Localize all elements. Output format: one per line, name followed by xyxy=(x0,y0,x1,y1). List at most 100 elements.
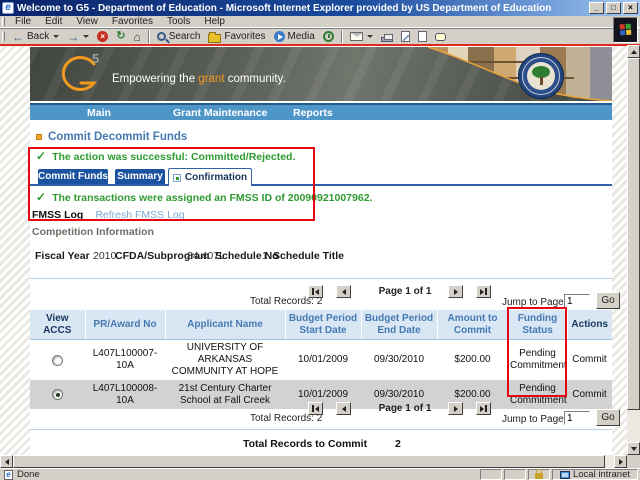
horizontal-scroll-thumb[interactable] xyxy=(13,455,605,468)
status-panel xyxy=(504,469,526,480)
menu-favorites[interactable]: Favorites xyxy=(105,16,160,27)
menu-bar: File Edit View Favorites Tools Help xyxy=(0,16,640,28)
first-page-button[interactable] xyxy=(308,285,323,298)
toolbar-separator xyxy=(341,30,343,43)
jump-to-page-label: Jump to Page xyxy=(502,297,564,308)
next-page-button[interactable] xyxy=(448,285,463,298)
minimize-button[interactable]: _ xyxy=(589,2,604,14)
vertical-scroll-thumb[interactable] xyxy=(627,58,640,410)
view-accs-radio-row1[interactable] xyxy=(52,355,63,366)
nav-grant-maintenance[interactable]: Grant Maintenance xyxy=(173,107,268,119)
title-bar: e Welcome to G5 - Department of Educatio… xyxy=(0,0,640,16)
header-budget-end[interactable]: Budget Period End Date xyxy=(361,310,437,340)
prev-page-button[interactable] xyxy=(336,402,351,415)
scroll-up-button[interactable] xyxy=(627,45,640,58)
ie-logo-icon: e xyxy=(2,2,14,14)
total-records-to-commit-value: 2 xyxy=(395,438,401,450)
menu-edit[interactable]: Edit xyxy=(38,16,69,27)
forward-icon: → xyxy=(67,31,79,43)
toolbar: ← Back → × ↻ ⌂ Search Favorites Media xyxy=(0,28,614,44)
back-dropdown-icon[interactable] xyxy=(53,35,59,38)
funding-status: Pending Commitment xyxy=(508,340,567,381)
main-nav: Main Grant Maintenance Reports xyxy=(30,103,612,120)
pager-bottom: Total Records: 2 Page 1 of 1 Jump to Pag… xyxy=(30,400,612,426)
page-indicator: Page 1 of 1 xyxy=(360,403,450,414)
go-button[interactable]: Go xyxy=(596,409,620,426)
page-indicator: Page 1 of 1 xyxy=(360,286,450,297)
scroll-left-button[interactable] xyxy=(0,455,13,468)
section-heading: Competition Information xyxy=(32,226,154,238)
windows-logo-icon xyxy=(619,24,632,37)
stop-button[interactable]: × xyxy=(93,29,112,44)
header-pr-award-no[interactable]: PR/Award No xyxy=(85,310,165,340)
menu-tools[interactable]: Tools xyxy=(160,16,197,27)
messenger-button[interactable] xyxy=(414,29,431,44)
close-button[interactable]: × xyxy=(623,2,638,14)
nav-main[interactable]: Main xyxy=(87,107,111,119)
fmss-check-icon: ✓ xyxy=(36,192,46,203)
search-button[interactable]: Search xyxy=(153,29,205,44)
header-funding-status[interactable]: Funding Status xyxy=(508,310,567,340)
first-page-button[interactable] xyxy=(308,402,323,415)
scroll-right-button[interactable] xyxy=(614,455,627,468)
commit-funds-table: View ACCS PR/Award No Applicant Name Bud… xyxy=(30,310,612,409)
header-applicant-name[interactable]: Applicant Name xyxy=(165,310,285,340)
confirmation-tab-icon xyxy=(173,174,181,182)
prev-page-button[interactable] xyxy=(336,285,351,298)
fmss-log-label: FMSS Log xyxy=(32,209,83,221)
tab-confirmation[interactable]: Confirmation xyxy=(168,168,252,186)
discuss-button[interactable] xyxy=(431,29,450,44)
header-budget-start[interactable]: Budget Period Start Date xyxy=(285,310,361,340)
menu-view[interactable]: View xyxy=(69,16,105,27)
forward-dropdown-icon[interactable] xyxy=(83,35,89,38)
g5-logo-five: 5 xyxy=(92,51,99,66)
refresh-button[interactable]: ↻ xyxy=(112,29,129,44)
refresh-fmss-log-link[interactable]: Refresh FMSS Log xyxy=(95,209,184,221)
page-title-row: Commit Decommit Funds xyxy=(36,131,187,143)
jump-to-page-input[interactable] xyxy=(564,294,590,308)
pager-top: Total Records: 2 Page 1 of 1 Jump to Pag… xyxy=(30,283,612,309)
history-button[interactable] xyxy=(319,29,338,44)
vertical-scrollbar[interactable] xyxy=(627,45,640,455)
header-actions: Actions xyxy=(567,310,612,340)
jump-to-page-input[interactable] xyxy=(564,411,590,425)
edit-button[interactable] xyxy=(397,29,414,44)
home-button[interactable]: ⌂ xyxy=(129,29,144,44)
favorites-button[interactable]: Favorites xyxy=(204,29,269,44)
view-accs-radio-row2[interactable] xyxy=(52,389,63,400)
jump-to-page-label: Jump to Page xyxy=(502,414,564,425)
refresh-icon: ↻ xyxy=(116,31,125,42)
mail-dropdown-icon[interactable] xyxy=(367,35,373,38)
go-button[interactable]: Go xyxy=(596,292,620,309)
browser-window: e Welcome to G5 - Department of Educatio… xyxy=(0,0,640,480)
media-button[interactable]: Media xyxy=(270,29,319,44)
horizontal-scrollbar[interactable] xyxy=(0,455,627,468)
lock-panel xyxy=(528,469,550,480)
scroll-down-button[interactable] xyxy=(627,442,640,455)
last-page-button[interactable] xyxy=(476,402,491,415)
commit-action[interactable]: Commit xyxy=(567,340,612,381)
tab-summary[interactable]: Summary xyxy=(115,169,165,184)
header-amount[interactable]: Amount to Commit xyxy=(437,310,508,340)
table-row: L407L100007-10A UNIVERSITY OF ARKANSAS C… xyxy=(30,340,612,381)
field-schedule-title-label: Schedule Title xyxy=(273,250,344,262)
mail-button[interactable] xyxy=(346,29,377,44)
tab-commit-funds[interactable]: Commit Funds xyxy=(38,169,108,184)
intranet-zone-icon xyxy=(560,471,570,479)
field-schedule-no-label: Schedule No xyxy=(215,250,279,262)
home-icon: ⌂ xyxy=(133,31,140,43)
total-records-to-commit-label: Total Records to Commit xyxy=(243,438,367,450)
library-swoosh-image xyxy=(394,47,612,101)
restore-button[interactable]: □ xyxy=(606,2,621,14)
menu-file[interactable]: File xyxy=(8,16,38,27)
next-page-button[interactable] xyxy=(448,402,463,415)
last-page-button[interactable] xyxy=(476,285,491,298)
print-icon xyxy=(381,37,393,42)
print-button[interactable] xyxy=(377,29,397,44)
forward-button[interactable]: → xyxy=(63,29,93,44)
zone-text: Local intranet xyxy=(573,469,630,480)
menu-help[interactable]: Help xyxy=(197,16,232,27)
back-button[interactable]: ← Back xyxy=(8,29,63,44)
success-message: ✓ The action was successful: Committed/R… xyxy=(36,151,295,163)
nav-reports[interactable]: Reports xyxy=(293,107,333,119)
